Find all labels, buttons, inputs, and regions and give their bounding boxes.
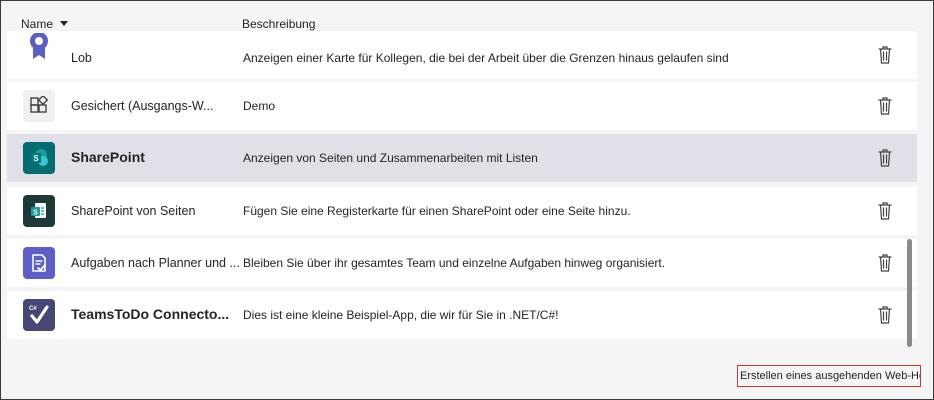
app-name: SharePoint [71,149,145,165]
vertical-scrollbar[interactable] [907,239,912,347]
tasks-icon [23,247,55,279]
description-column-header: Beschreibung [242,17,316,31]
app-description: Anzeigen einer Karte für Kollegen, die b… [243,51,729,65]
app-description: Demo [243,99,276,113]
app-name: Gesichert (Ausgangs-W... [71,99,214,113]
table-row[interactable]: Aufgaben nach Planner und ... Bleiben Si… [7,239,917,287]
name-column-label: Name [21,17,54,31]
delete-icon[interactable] [877,201,893,221]
apps-panel: Name Beschreibung Lob Anzeigen einer Kar… [0,0,934,400]
app-name: Lob [71,51,92,65]
app-description: Anzeigen von Seiten und Zusammenarbeiten… [243,151,538,165]
app-description: Bleiben Sie über ihr gesamtes Team und e… [243,256,666,270]
svg-text:C#: C# [29,306,37,312]
app-name: Aufgaben nach Planner und ... [71,256,240,270]
table-row[interactable]: C# TeamsToDo Connecto... Dies ist eine k… [7,291,917,339]
delete-icon[interactable] [877,148,893,168]
create-outgoing-webhook-link[interactable]: Erstellen eines ausgehenden Web-Hooks [737,365,921,387]
sharepoint-icon: S [23,142,55,174]
svg-text:S: S [33,154,39,163]
delete-icon[interactable] [877,253,893,273]
table-row[interactable]: Lob Anzeigen einer Karte für Kollegen, d… [7,31,917,79]
app-description: Dies ist eine kleine Beispiel-App, die w… [243,308,559,322]
app-name: TeamsToDo Connecto... [71,306,230,322]
sort-down-icon [60,20,69,26]
app-description: Fügen Sie eine Registerkarte für einen S… [243,204,631,218]
delete-icon[interactable] [877,96,893,116]
name-column-header[interactable]: Name [21,17,69,31]
apps-grid-icon [23,90,55,122]
sharepoint-pages-icon: S [23,195,55,227]
table-row-selected[interactable]: S SharePoint Anzeigen von Seiten und Zus… [7,134,917,182]
table-row[interactable]: S SharePoint von Seiten Fügen Sie eine R… [7,187,917,235]
delete-icon[interactable] [877,45,893,65]
app-list: Lob Anzeigen einer Karte für Kollegen, d… [7,31,917,339]
award-icon [23,33,55,65]
checkmark-csharp-icon: C# [23,299,55,331]
app-name: SharePoint von Seiten [71,204,196,218]
delete-icon[interactable] [877,305,893,325]
svg-text:S: S [33,210,38,217]
table-row[interactable]: Gesichert (Ausgangs-W... Demo [7,82,917,130]
